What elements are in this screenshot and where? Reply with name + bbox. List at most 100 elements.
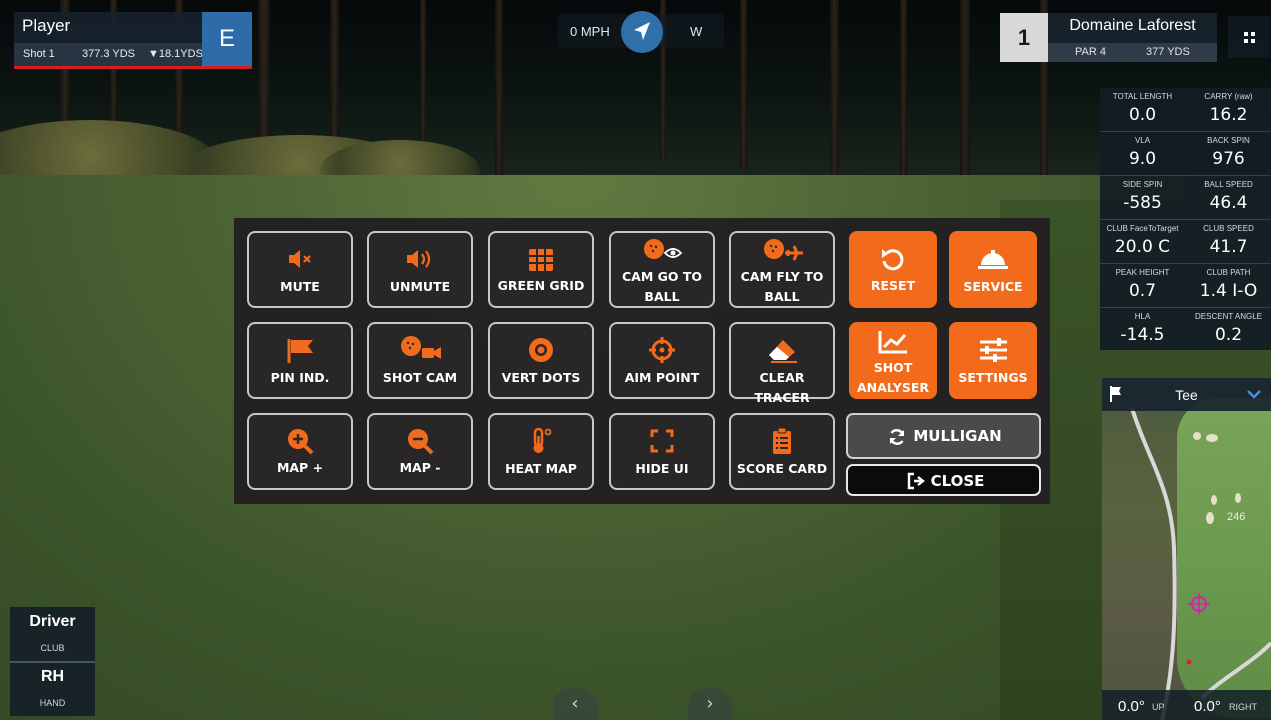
- stat-label: BACK SPIN: [1207, 136, 1250, 145]
- up-angle-label: UP: [1152, 702, 1165, 712]
- button-label: RESET: [870, 278, 916, 293]
- service-button[interactable]: SERVICE: [949, 231, 1037, 308]
- shot-info-row: Shot 1 377.3 YDS ▼18.1YDS: [14, 43, 203, 66]
- button-label: SCORE CARD: [736, 461, 828, 476]
- clear-tracer-button[interactable]: CLEAR TRACER: [729, 322, 835, 405]
- shot-cam-button[interactable]: SHOT CAM: [367, 322, 473, 399]
- divider: [10, 661, 95, 663]
- stat-value: 0.2: [1214, 325, 1243, 345]
- hole-number: 1: [1000, 13, 1048, 62]
- pin-ind-button[interactable]: PIN IND.: [247, 322, 353, 399]
- map-header: Tee: [1102, 378, 1271, 411]
- course-name: Domaine Laforest: [1069, 17, 1196, 34]
- stat-value: -585: [1123, 193, 1162, 213]
- speaker-volume-icon: [407, 250, 431, 268]
- tree-trunk: [740, 0, 747, 170]
- aim-point-button[interactable]: AIM POINT: [609, 322, 715, 399]
- map-plus-button[interactable]: MAP +: [247, 413, 353, 490]
- thermometer-icon: [533, 427, 552, 453]
- tree-trunk: [960, 0, 970, 200]
- button-label: UNMUTE: [389, 279, 451, 294]
- zoom-out-icon: [408, 429, 434, 455]
- button-label: PIN IND.: [270, 370, 330, 385]
- button-label: CAM FLY TO BALL: [740, 269, 824, 304]
- crosshair-icon: [649, 337, 675, 363]
- map-path-overlay: [1130, 407, 1271, 720]
- map-distance-marker: 246: [1227, 511, 1246, 523]
- close-button[interactable]: CLOSE: [846, 464, 1041, 496]
- rotate-left-icon: [882, 249, 904, 271]
- reset-button[interactable]: RESET: [849, 231, 937, 308]
- next-arrow-button[interactable]: ›: [688, 688, 732, 720]
- player-card: Player Shot 1 377.3 YDS ▼18.1YDS E: [14, 12, 252, 69]
- vert-dots-button[interactable]: VERT DOTS: [488, 322, 594, 399]
- player-info: Player Shot 1 377.3 YDS ▼18.1YDS: [14, 12, 203, 66]
- stat-label: BALL SPEED: [1204, 180, 1253, 189]
- hole-yards: 377 YDS: [1146, 46, 1190, 58]
- lie-angle-bar: 0.0° UP 0.0° RIGHT: [1102, 690, 1271, 720]
- tree-trunk: [900, 0, 907, 200]
- stat-label: SIDE SPIN: [1122, 180, 1163, 189]
- button-label: MUTE: [280, 279, 320, 294]
- dot-circle-icon: [529, 338, 553, 362]
- prev-arrow-button[interactable]: ‹: [553, 688, 597, 720]
- zoom-in-icon: [288, 429, 314, 455]
- button-label: SERVICE: [963, 279, 1023, 294]
- stat-label: CLUB SPEED: [1203, 224, 1254, 233]
- settings-button[interactable]: SETTINGS: [949, 322, 1037, 399]
- cam-go-to-ball-button[interactable]: CAM GO TO BALL: [609, 231, 715, 308]
- right-angle-label: RIGHT: [1229, 702, 1257, 712]
- shot-analyser-button[interactable]: SHOT ANALYSER: [849, 322, 937, 399]
- hole-par: PAR 4: [1075, 46, 1106, 58]
- heat-map-button[interactable]: HEAT MAP: [488, 413, 594, 490]
- cam-fly-to-ball-button[interactable]: CAM FLY TO BALL: [729, 231, 835, 308]
- stat-club-speed: CLUB SPEED 41.7: [1186, 220, 1271, 263]
- club-label: CLUB: [40, 643, 65, 653]
- mulligan-button[interactable]: MULLIGAN: [846, 413, 1041, 459]
- button-label: CLEAR TRACER: [754, 370, 810, 405]
- hole-sub-row: PAR 4 377 YDS: [1048, 43, 1217, 62]
- up-angle-value: 0.0°: [1118, 698, 1145, 715]
- tree-trunk: [495, 0, 503, 190]
- stat-value: 1.4 I-O: [1199, 281, 1258, 301]
- player-initial-badge: E: [202, 12, 252, 66]
- green-grid-button[interactable]: GREEN GRID: [488, 231, 594, 308]
- flag-icon: [287, 339, 313, 363]
- speaker-mute-icon: [289, 250, 311, 268]
- wind-speed: 0 MPH: [570, 24, 610, 39]
- hole-info-card: 1 Domaine Laforest PAR 4 377 YDS: [1000, 13, 1217, 62]
- stat-descent-angle: DESCENT ANGLE 0.2: [1186, 308, 1271, 351]
- grid-menu-icon[interactable]: [1228, 16, 1270, 58]
- shot-stats-panel: TOTAL LENGTH 0.0 CARRY (raw) 16.2 VLA 9.…: [1100, 88, 1271, 350]
- mute-button[interactable]: MUTE: [247, 231, 353, 308]
- button-label: CAM GO TO BALL: [621, 269, 703, 304]
- button-label: HIDE UI: [635, 461, 689, 476]
- hand-label: HAND: [39, 698, 66, 708]
- stat-label: CARRY (raw): [1204, 92, 1253, 101]
- stat-ball-speed: BALL SPEED 46.4: [1186, 176, 1271, 219]
- button-label: SHOT ANALYSER: [856, 360, 930, 395]
- map-minus-button[interactable]: MAP -: [367, 413, 473, 490]
- stat-label: VLA: [1134, 136, 1151, 145]
- hole-details: Domaine Laforest PAR 4 377 YDS: [1048, 13, 1217, 62]
- button-label: CLOSE: [930, 472, 985, 490]
- score-card-button[interactable]: SCORE CARD: [729, 413, 835, 490]
- club-hand-panel[interactable]: Driver CLUB RH HAND: [10, 607, 95, 716]
- map-location-title: Tee: [1175, 387, 1198, 403]
- expand-icon: [650, 429, 674, 453]
- hole-minimap[interactable]: Tee 246: [1102, 378, 1271, 720]
- stat-value: 0.7: [1128, 281, 1157, 301]
- club-name: Driver: [29, 613, 76, 630]
- unmute-button[interactable]: UNMUTE: [367, 231, 473, 308]
- hide-ui-button[interactable]: HIDE UI: [609, 413, 715, 490]
- chevron-down-icon[interactable]: [1247, 389, 1261, 399]
- button-label: VERT DOTS: [501, 370, 581, 385]
- grid-icon: [529, 249, 553, 271]
- stat-total-length: TOTAL LENGTH 0.0: [1100, 88, 1185, 131]
- clipboard-list-icon: [773, 427, 791, 454]
- player-color-bar: [14, 66, 252, 69]
- button-label: AIM POINT: [624, 370, 700, 385]
- stat-hla: HLA -14.5: [1100, 308, 1185, 351]
- stat-value: 9.0: [1128, 149, 1157, 169]
- player-name: Player: [22, 16, 71, 35]
